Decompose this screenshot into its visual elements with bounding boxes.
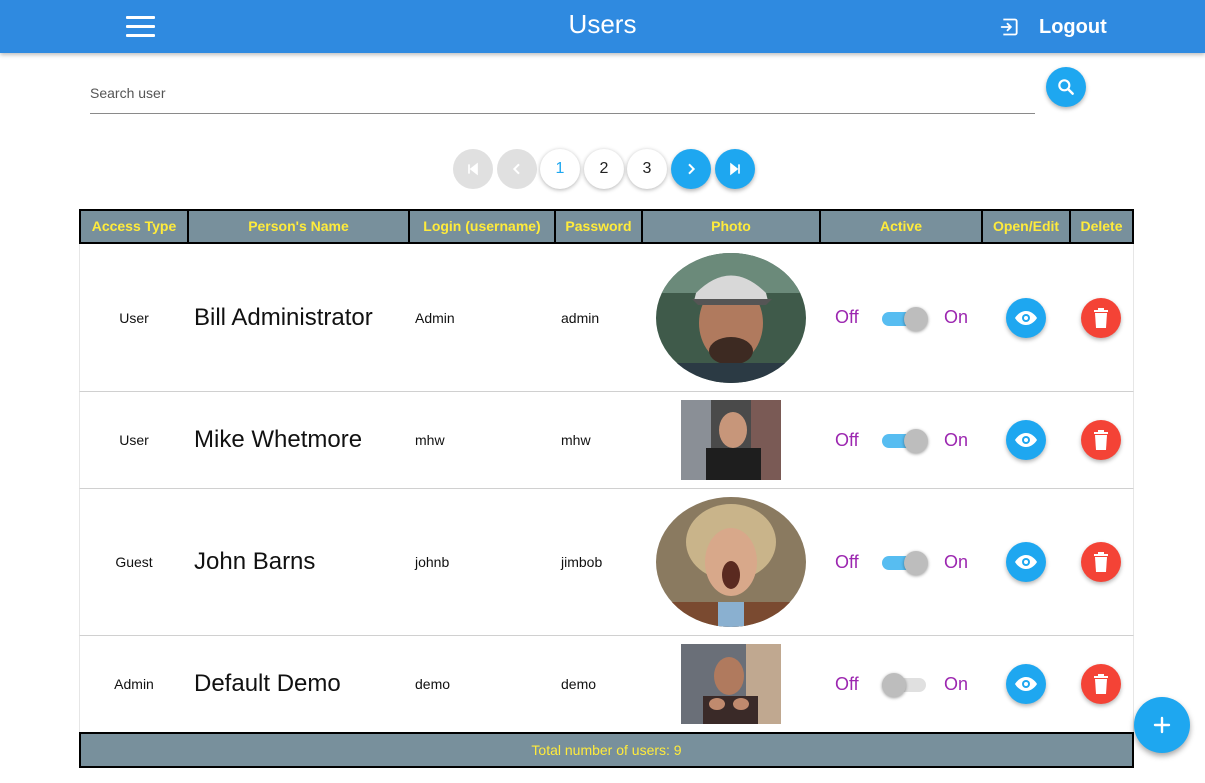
toggle-on-label: On <box>944 673 969 694</box>
search-button[interactable] <box>1046 67 1086 107</box>
chevron-right-icon <box>688 163 696 175</box>
open-edit-button[interactable] <box>1006 420 1046 460</box>
magnifier-icon <box>1058 79 1074 95</box>
open-edit-button[interactable] <box>1006 664 1046 704</box>
column-header: Open/Edit <box>983 211 1071 242</box>
table-row: Admin Default Demo demo demo Off On <box>79 636 1134 732</box>
column-header: Access Type <box>81 211 189 242</box>
search-input[interactable] <box>90 76 1035 106</box>
table-footer: Total number of users: 9 <box>79 732 1134 768</box>
active-toggle-group: Off On <box>80 392 1135 488</box>
table-row: User Mike Whetmore mhw mhw Off On <box>79 392 1134 489</box>
eye-icon <box>1015 433 1037 447</box>
column-header: Active <box>821 211 983 242</box>
users-table: Access Type Person's Name Login (usernam… <box>79 209 1134 769</box>
delete-button[interactable] <box>1081 542 1121 582</box>
column-header: Delete <box>1080 218 1123 234</box>
next-page-button[interactable] <box>671 149 711 189</box>
trash-icon <box>1094 308 1108 328</box>
trash-icon <box>1094 430 1108 450</box>
active-toggle[interactable] <box>882 550 928 575</box>
column-header: Password <box>556 211 643 242</box>
open-edit-button[interactable] <box>1006 542 1046 582</box>
logout-button[interactable]: Logout <box>1000 12 1107 42</box>
trash-icon <box>1094 552 1108 572</box>
active-toggle[interactable] <box>882 306 928 331</box>
search-field <box>90 76 1035 114</box>
column-header: Person's Name <box>189 211 410 242</box>
toggle-on-label: On <box>944 551 969 572</box>
delete-button[interactable] <box>1081 664 1121 704</box>
toggle-off-label: Off <box>835 551 859 572</box>
page-button-2[interactable]: 2 <box>584 149 624 189</box>
page-button-3[interactable]: 3 <box>627 149 667 189</box>
eye-icon <box>1015 677 1037 691</box>
pagination: 1 2 3 <box>0 149 1205 189</box>
active-toggle[interactable] <box>882 672 928 697</box>
exit-icon <box>1000 18 1018 36</box>
add-user-button[interactable] <box>1134 697 1190 753</box>
hamburger-menu-icon[interactable] <box>126 16 156 38</box>
toggle-off-label: Off <box>835 673 859 694</box>
table-row: Guest John Barns johnb jimbob Off On <box>79 489 1134 636</box>
prev-page-button[interactable] <box>497 149 537 189</box>
delete-button[interactable] <box>1081 420 1121 460</box>
app-bar: Users Logout <box>0 0 1205 53</box>
active-toggle-group: Off On <box>80 636 1135 732</box>
logout-label: Logout <box>1039 15 1107 38</box>
open-edit-button[interactable] <box>1006 298 1046 338</box>
column-header: Photo <box>643 211 821 242</box>
active-toggle[interactable] <box>882 428 928 453</box>
toggle-on-label: On <box>944 429 969 450</box>
plus-icon <box>1153 716 1171 734</box>
eye-icon <box>1015 555 1037 569</box>
last-page-button[interactable] <box>715 149 755 189</box>
active-toggle-group: Off On <box>80 489 1135 635</box>
toggle-off-label: Off <box>835 429 859 450</box>
chevron-left-icon <box>512 163 520 175</box>
toggle-on-label: On <box>944 307 969 327</box>
table-row: User Bill Administrator Admin admin Off … <box>79 244 1134 392</box>
eye-icon <box>1015 311 1037 325</box>
last-page-icon <box>730 162 740 176</box>
page-button-1[interactable]: 1 <box>540 149 580 189</box>
toggle-off-label: Off <box>835 307 859 327</box>
active-toggle-group: Off On <box>80 244 1135 391</box>
trash-icon <box>1094 674 1108 694</box>
column-header: Login (username) <box>410 211 556 242</box>
first-page-icon <box>468 162 478 176</box>
table-header: Access Type Person's Name Login (usernam… <box>79 209 1134 244</box>
first-page-button[interactable] <box>453 149 493 189</box>
delete-button[interactable] <box>1081 298 1121 338</box>
